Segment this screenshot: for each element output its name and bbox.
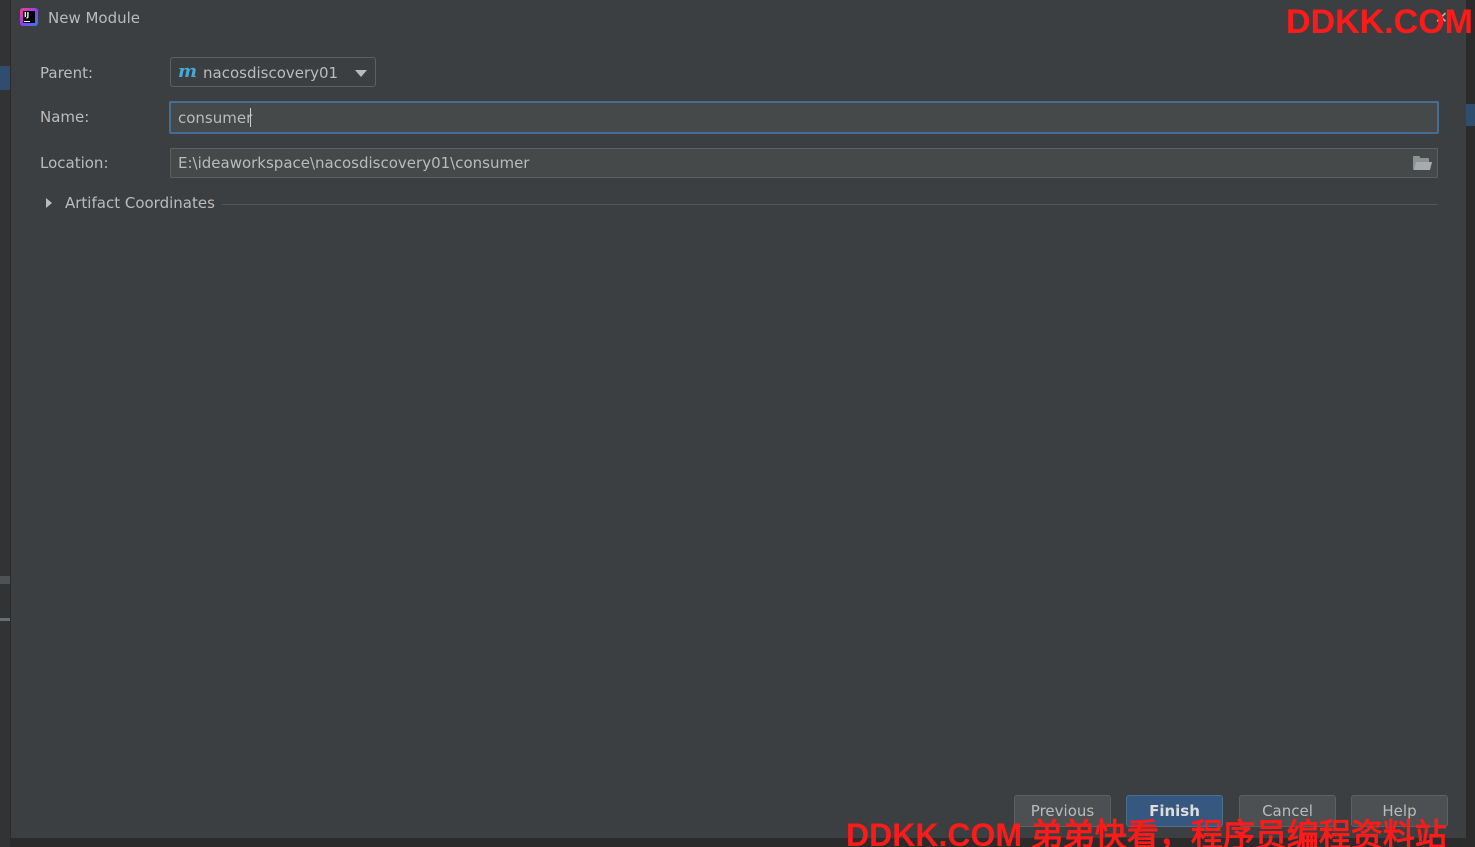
- parent-value: nacosdiscovery01: [203, 64, 339, 82]
- artifact-coordinates-label[interactable]: Artifact Coordinates: [65, 194, 215, 212]
- location-label: Location:: [40, 154, 109, 172]
- artifact-coordinates-section[interactable]: Artifact Coordinates: [46, 194, 1438, 214]
- name-input[interactable]: [178, 109, 1418, 127]
- dialog-title: New Module: [48, 9, 141, 27]
- background-ide-right: [1466, 0, 1475, 847]
- maven-module-icon: m: [178, 61, 198, 82]
- location-field-container[interactable]: [170, 148, 1438, 178]
- name-field-container[interactable]: [169, 101, 1439, 134]
- text-caret: [250, 108, 251, 127]
- expand-triangle-icon[interactable]: [46, 198, 52, 208]
- section-divider: [222, 204, 1438, 205]
- location-input[interactable]: [178, 154, 1398, 172]
- background-ide-left: [0, 0, 10, 847]
- name-label: Name:: [40, 108, 90, 126]
- background-scrollbar: [0, 576, 10, 584]
- background-divider: [0, 618, 10, 621]
- new-module-dialog: IJ New Module ✕ Parent: m nacosdiscovery…: [10, 0, 1466, 838]
- folder-icon[interactable]: [1413, 156, 1433, 170]
- dialog-titlebar: IJ New Module ✕: [11, 0, 1466, 36]
- parent-label: Parent:: [40, 64, 94, 82]
- parent-combobox[interactable]: m nacosdiscovery01: [170, 57, 376, 87]
- intellij-icon: IJ: [20, 8, 38, 26]
- chevron-down-icon[interactable]: [355, 70, 367, 77]
- watermark-top: DDKK.COM: [1286, 3, 1473, 41]
- background-selection-right: [1466, 104, 1475, 126]
- background-selection: [0, 66, 10, 90]
- watermark-bottom: DDKK.COM 弟弟快看，程序员编程资料站: [846, 817, 1447, 847]
